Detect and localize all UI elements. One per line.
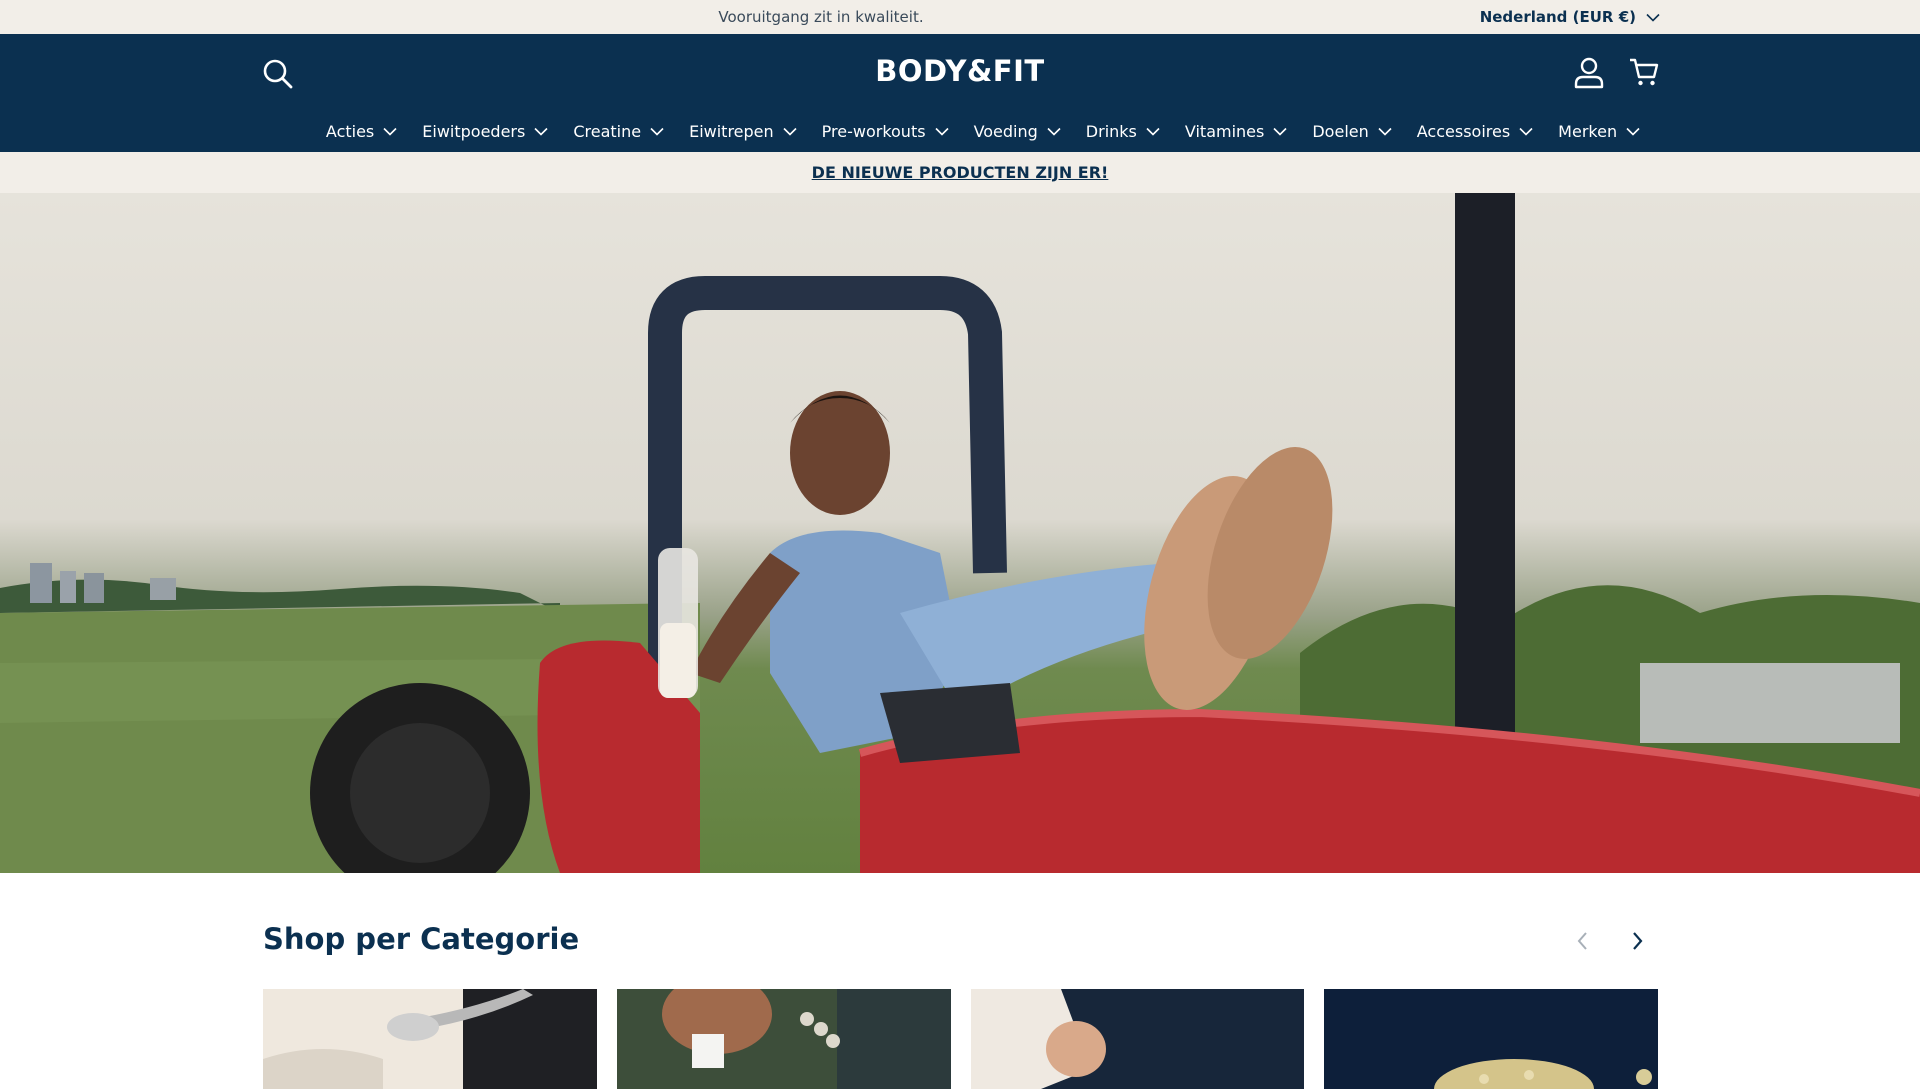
new-products-banner: DE NIEUWE PRODUCTEN ZIJN ER!: [0, 152, 1920, 193]
chevron-down-icon: [534, 127, 548, 136]
chevron-down-icon: [1626, 127, 1640, 136]
category-card[interactable]: [1324, 989, 1658, 1089]
new-products-link[interactable]: DE NIEUWE PRODUCTEN ZIJN ER!: [812, 163, 1109, 182]
chevron-down-icon: [383, 127, 397, 136]
nav-item-doelen[interactable]: Doelen: [1312, 114, 1392, 148]
nav-item-pre-workouts[interactable]: Pre-workouts: [822, 114, 949, 148]
nav-item-label: Merken: [1558, 121, 1618, 141]
account-icon: [1574, 57, 1604, 89]
country-label: Nederland (EUR €): [1479, 8, 1636, 26]
hero-image: [0, 193, 1920, 873]
section-title-categories: Shop per Categorie: [263, 922, 580, 956]
nav-item-eiwitpoeders[interactable]: Eiwitpoeders: [422, 114, 548, 148]
chevron-down-icon: [1047, 127, 1061, 136]
announcement-topbar: Vooruitgang zit in kwaliteit. Nederland …: [0, 0, 1920, 34]
nav-item-merken[interactable]: Merken: [1558, 114, 1640, 148]
category-card[interactable]: [263, 989, 597, 1089]
nav-item-label: Creatine: [573, 121, 642, 141]
nav-item-label: Drinks: [1085, 121, 1137, 141]
hero-banner[interactable]: [0, 193, 1920, 873]
chevron-down-icon: [1378, 127, 1392, 136]
chevron-down-icon: [1273, 127, 1287, 136]
nav-item-label: Eiwitrepen: [689, 121, 774, 141]
chevron-down-icon: [1646, 13, 1660, 22]
nav-item-label: Accessoires: [1416, 121, 1511, 141]
nav-item-drinks[interactable]: Drinks: [1086, 114, 1160, 148]
category-image: [970, 989, 1305, 1089]
chevron-down-icon: [1519, 127, 1533, 136]
nav-item-label: Vitamines: [1184, 121, 1265, 141]
category-card[interactable]: [616, 989, 951, 1089]
site-header: BODY&FIT Acties Eiwitpoeders Creatine Ei…: [0, 34, 1920, 152]
promo-text: Vooruitgang zit in kwaliteit.: [718, 8, 924, 26]
main-navigation: Acties Eiwitpoeders Creatine Eiwitrepen …: [0, 114, 1920, 148]
cart-icon: [1630, 58, 1659, 86]
search-icon: [263, 59, 293, 89]
nav-item-label: Acties: [325, 121, 375, 141]
nav-item-creatine[interactable]: Creatine: [573, 114, 664, 148]
nav-item-accessoires[interactable]: Accessoires: [1417, 114, 1533, 148]
category-image: [1324, 989, 1658, 1089]
category-image: [263, 989, 597, 1089]
nav-item-voeding[interactable]: Voeding: [974, 114, 1061, 148]
cart-button[interactable]: [1627, 55, 1661, 89]
chevron-left-icon: [1577, 932, 1587, 950]
nav-item-acties[interactable]: Acties: [326, 114, 397, 148]
nav-item-label: Doelen: [1312, 121, 1369, 141]
chevron-down-icon: [783, 127, 797, 136]
nav-item-vitamines[interactable]: Vitamines: [1185, 114, 1287, 148]
chevron-down-icon: [934, 127, 949, 136]
category-image: [616, 989, 951, 1089]
chevron-down-icon: [1146, 127, 1160, 136]
nav-item-label: Voeding: [973, 121, 1038, 141]
carousel-next-button[interactable]: [1624, 928, 1650, 954]
nav-item-label: Pre-workouts: [821, 121, 926, 141]
nav-item-eiwitrepen[interactable]: Eiwitrepen: [689, 114, 797, 148]
category-card[interactable]: [970, 989, 1305, 1089]
chevron-down-icon: [650, 127, 664, 136]
nav-item-label: Eiwitpoeders: [422, 121, 526, 141]
carousel-prev-button[interactable]: [1570, 928, 1596, 954]
category-carousel: [263, 989, 1658, 1089]
chevron-right-icon: [1633, 932, 1643, 950]
account-button[interactable]: [1572, 55, 1606, 89]
country-selector[interactable]: Nederland (EUR €): [1480, 0, 1660, 34]
search-button[interactable]: [260, 56, 296, 92]
